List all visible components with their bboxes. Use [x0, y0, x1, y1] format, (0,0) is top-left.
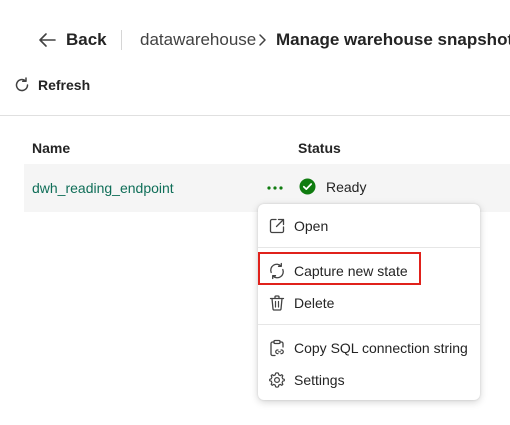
context-menu: Open Capture new state Delete Copy SQL c… — [258, 204, 480, 400]
refresh-icon — [14, 77, 30, 93]
column-header-status[interactable]: Status — [298, 140, 341, 156]
status-text: Ready — [326, 178, 367, 195]
page-title: Manage warehouse snapshot — [276, 30, 510, 49]
menu-item-open[interactable]: Open — [268, 212, 328, 240]
arrow-left-icon — [38, 32, 56, 48]
menu-divider — [258, 247, 480, 248]
menu-item-settings[interactable]: Settings — [268, 366, 345, 394]
snapshot-name-link[interactable]: dwh_reading_endpoint — [32, 180, 174, 196]
menu-divider — [258, 324, 480, 325]
refresh-button[interactable]: Refresh — [14, 77, 90, 93]
checkmark-circle-icon — [299, 178, 316, 195]
column-header-name[interactable]: Name — [32, 140, 70, 156]
menu-item-label: Settings — [294, 372, 345, 388]
clipboard-link-icon — [270, 339, 284, 357]
toolbar-divider — [0, 115, 510, 116]
menu-item-label: Open — [294, 218, 329, 234]
menu-item-label: Copy SQL connection string — [294, 340, 468, 356]
status-cell: Ready — [299, 178, 366, 195]
chevron-right-icon — [255, 33, 269, 47]
more-options-button[interactable] — [266, 179, 284, 195]
trash-icon — [269, 295, 285, 311]
back-label: Back — [66, 30, 107, 49]
gear-icon — [269, 372, 285, 388]
refresh-label: Refresh — [38, 77, 91, 93]
back-button[interactable]: Back — [38, 28, 107, 52]
menu-item-copy-sql-connection-string[interactable]: Copy SQL connection string — [268, 334, 468, 362]
header-divider — [121, 30, 122, 50]
open-in-new-icon — [269, 218, 285, 234]
breadcrumb-workspace[interactable]: datawarehouse — [140, 30, 256, 50]
highlight-box — [258, 252, 421, 285]
menu-item-delete[interactable]: Delete — [268, 289, 334, 317]
more-horizontal-icon — [267, 186, 283, 190]
menu-item-label: Delete — [294, 295, 335, 311]
